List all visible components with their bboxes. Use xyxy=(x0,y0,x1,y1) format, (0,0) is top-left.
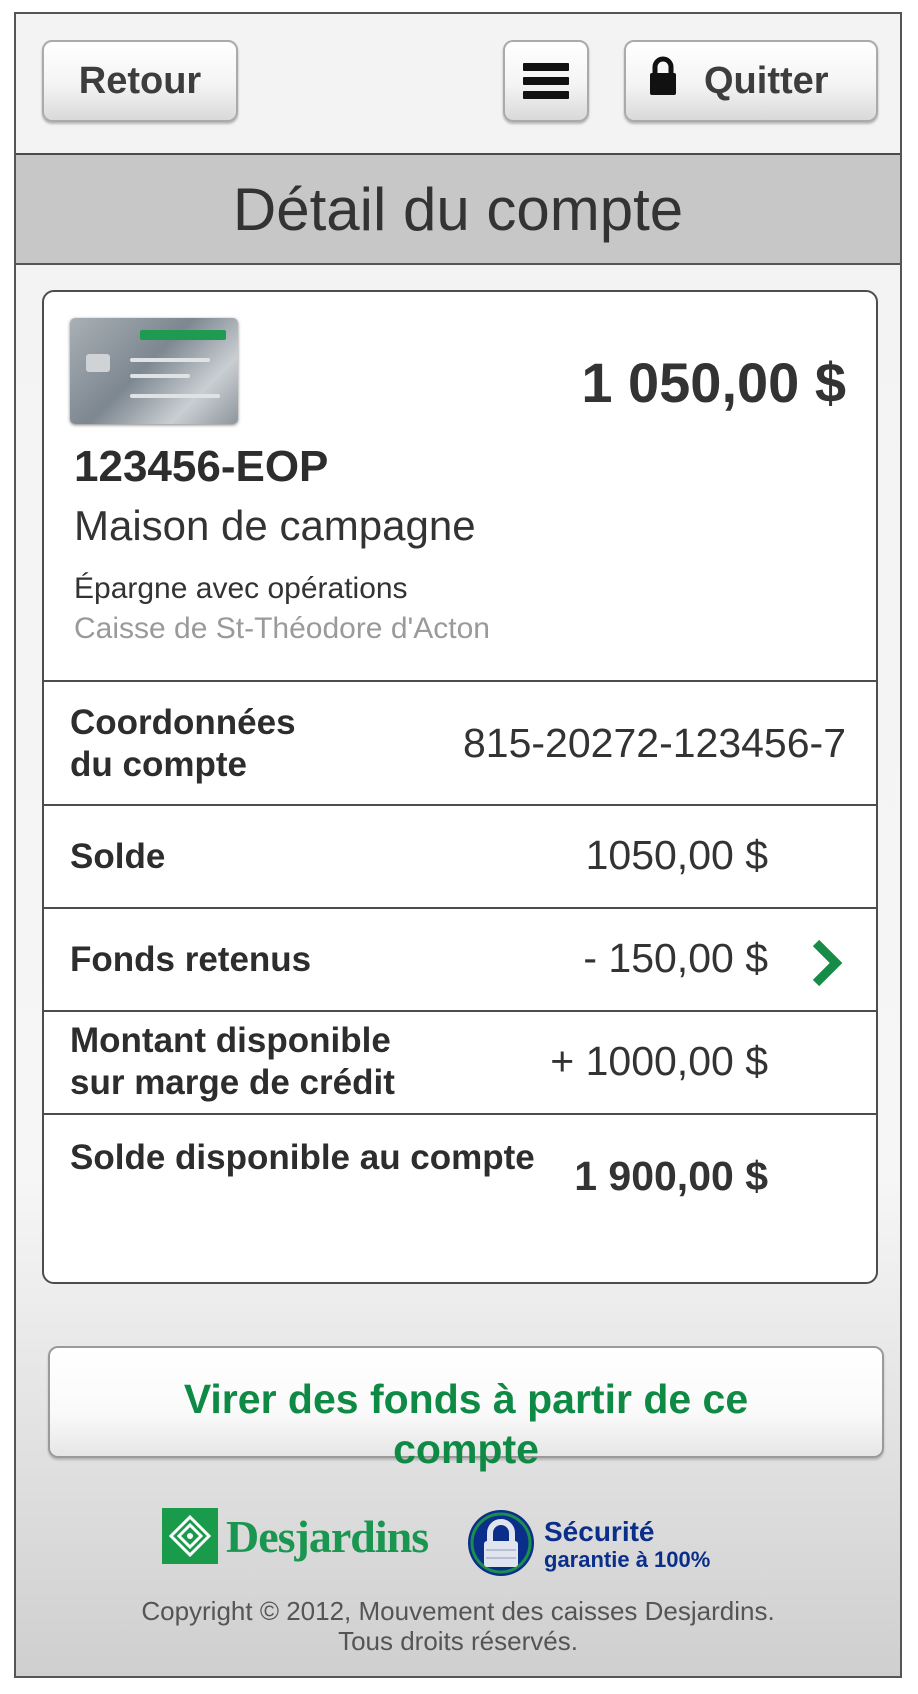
account-summary: 1 050,00 $ 123456-EOP Maison de campagne… xyxy=(44,292,876,682)
card-image xyxy=(70,318,238,424)
back-button-label: Retour xyxy=(78,59,202,102)
card-image-line xyxy=(130,394,220,398)
desjardins-logo: Desjardins xyxy=(162,1508,429,1564)
copyright-line1: Copyright © 2012, Mouvement des caisses … xyxy=(141,1596,775,1626)
account-type: Épargne avec opérations xyxy=(74,572,408,605)
row-coordonnees: Coordonnées du compte 815-20272-123456-7 xyxy=(44,682,876,806)
quit-button[interactable]: Quitter xyxy=(624,40,878,122)
account-id: 123456-EOP xyxy=(74,442,329,491)
solde-label: Solde xyxy=(70,837,166,876)
security-line1: Sécurité xyxy=(544,1515,655,1547)
security-guarantee-badge: Sécurité garantie à 100% xyxy=(466,1508,710,1583)
coordonnees-label-line2: du compte xyxy=(70,745,247,784)
solde-value: 1050,00 $ xyxy=(585,832,768,878)
back-button[interactable]: Retour xyxy=(42,40,238,122)
security-line2: garantie à 100% xyxy=(544,1546,711,1572)
dispo-label: Solde disponible au compte xyxy=(70,1138,535,1177)
app-frame: Retour Quitter Détail du compte 1 050,00… xyxy=(14,12,902,1678)
dispo-value: 1 900,00 $ xyxy=(574,1153,768,1199)
quit-button-label: Quitter xyxy=(704,59,829,102)
coordonnees-label-line1: Coordonnées xyxy=(70,703,296,742)
menu-button[interactable] xyxy=(503,40,589,122)
card-image-line xyxy=(130,374,190,378)
lock-icon xyxy=(648,56,678,106)
security-text: Sécurité garantie à 100% xyxy=(544,1515,711,1574)
row-solde: Solde 1050,00 $ xyxy=(44,806,876,909)
chevron-right-icon[interactable] xyxy=(810,939,846,992)
security-lock-icon xyxy=(466,1508,536,1583)
account-caisse: Caisse de St-Théodore d'Acton xyxy=(74,612,490,645)
desjardins-logo-icon xyxy=(162,1508,218,1564)
copyright: Copyright © 2012, Mouvement des caisses … xyxy=(16,1596,900,1656)
marge-label-line1: Montant disponible xyxy=(70,1021,391,1060)
menu-icon xyxy=(523,63,569,71)
page-title: Détail du compte xyxy=(232,175,684,243)
menu-icon-bar xyxy=(523,77,569,85)
transfer-funds-label: Virer des fonds à partir de ce compte xyxy=(183,1376,749,1472)
account-card: 1 050,00 $ 123456-EOP Maison de campagne… xyxy=(42,290,878,1284)
coordonnees-label: Coordonnées du compte xyxy=(70,702,296,786)
account-name: Maison de campagne xyxy=(74,502,476,549)
row-solde-disponible: Solde disponible au compte 1 900,00 $ xyxy=(44,1115,876,1245)
desjardins-logo-text: Desjardins xyxy=(226,1510,429,1562)
card-image-line xyxy=(130,358,210,362)
card-image-chip xyxy=(86,354,110,372)
top-toolbar: Retour Quitter xyxy=(16,14,900,155)
page-title-bar: Détail du compte xyxy=(16,155,900,265)
marge-value: + 1000,00 $ xyxy=(550,1038,768,1084)
copyright-line2: Tous droits réservés. xyxy=(338,1626,578,1656)
account-balance: 1 050,00 $ xyxy=(581,351,846,414)
fonds-label: Fonds retenus xyxy=(70,940,312,979)
coordonnees-value: 815-20272-123456-7 xyxy=(463,720,846,766)
transfer-funds-button[interactable]: Virer des fonds à partir de ce compte xyxy=(48,1346,884,1472)
marge-label: Montant disponible sur marge de crédit xyxy=(70,1020,395,1104)
row-fonds-retenus[interactable]: Fonds retenus - 150,00 $ xyxy=(44,909,876,1012)
row-marge-credit: Montant disponible sur marge de crédit +… xyxy=(44,1012,876,1115)
marge-label-line2: sur marge de crédit xyxy=(70,1063,395,1102)
fonds-value: - 150,00 $ xyxy=(583,935,768,981)
card-image-brand xyxy=(140,330,226,340)
menu-icon-bar xyxy=(523,91,569,99)
